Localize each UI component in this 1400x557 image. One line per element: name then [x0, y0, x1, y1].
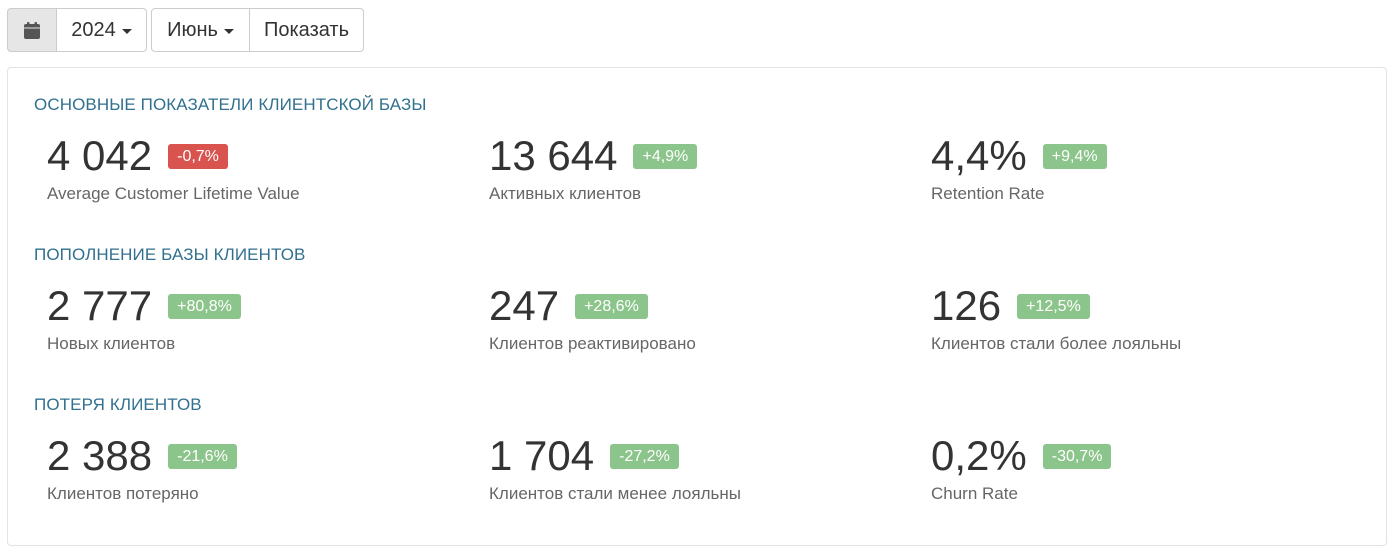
- stat-label: Average Customer Lifetime Value: [47, 184, 300, 203]
- stat-value: 2 777: [47, 282, 153, 329]
- show-button[interactable]: Показать: [250, 8, 364, 52]
- stat-retention-rate: 4,4% +9,4% Retention Rate: [931, 134, 1351, 204]
- change-badge: -30,7%: [1042, 443, 1112, 469]
- change-badge: +28,6%: [575, 293, 648, 319]
- year-dropdown[interactable]: 2024: [56, 8, 147, 52]
- change-badge: +4,9%: [633, 143, 698, 169]
- stat-reactivated-clients: 247 +28,6% Клиентов реактивировано: [489, 284, 909, 354]
- stat-new-clients: 2 777 +80,8% Новых клиентов: [47, 284, 467, 354]
- caret-down-icon: [223, 28, 234, 34]
- change-badge: -0,7%: [168, 143, 228, 169]
- section-title-client-growth: ПОПОЛНЕНИЕ БАЗЫ КЛИЕНТОВ: [34, 245, 306, 264]
- month-dropdown[interactable]: Июнь: [151, 8, 250, 52]
- stat-lost-clients: 2 388 -21,6% Клиентов потеряно: [47, 434, 467, 504]
- stat-churn-rate: 0,2% -30,7% Churn Rate: [931, 434, 1351, 504]
- stat-label: Клиентов стали менее лояльны: [489, 484, 741, 503]
- change-badge: +9,4%: [1042, 143, 1107, 169]
- caret-down-icon: [121, 28, 132, 34]
- stat-label: Churn Rate: [931, 484, 1018, 503]
- section-title-main-indicators: ОСНОВНЫЕ ПОКАЗАТЕЛИ КЛИЕНТСКОЙ БАЗЫ: [34, 95, 427, 114]
- customer-metrics-panel: ОСНОВНЫЕ ПОКАЗАТЕЛИ КЛИЕНТСКОЙ БАЗЫ 4 04…: [7, 67, 1387, 546]
- change-badge: +80,8%: [168, 293, 241, 319]
- stat-label: Клиентов потеряно: [47, 484, 199, 503]
- stat-label: Retention Rate: [931, 184, 1045, 203]
- stat-label: Активных клиентов: [489, 184, 642, 203]
- stat-active-clients: 13 644 +4,9% Активных клиентов: [489, 134, 909, 204]
- month-value: Июнь: [167, 18, 218, 41]
- stat-value: 247: [489, 282, 560, 329]
- change-badge: -21,6%: [168, 443, 237, 469]
- period-toolbar: 2024 Июнь Показать: [7, 8, 364, 52]
- stat-label: Клиентов реактивировано: [489, 334, 696, 353]
- stat-label: Клиентов стали более лояльны: [931, 334, 1182, 353]
- stat-value: 2 388: [47, 432, 153, 479]
- stat-label: Новых клиентов: [47, 334, 176, 353]
- stat-value: 1 704: [489, 432, 595, 479]
- stat-value: 126: [931, 282, 1002, 329]
- show-button-label: Показать: [263, 18, 350, 41]
- change-badge: -27,2%: [610, 443, 679, 469]
- calendar-button[interactable]: [7, 8, 56, 52]
- stat-value: 13 644: [489, 132, 618, 179]
- stat-value: 4 042: [47, 132, 153, 179]
- section-title-client-loss: ПОТЕРЯ КЛИЕНТОВ: [34, 395, 202, 414]
- stat-more-loyal-clients: 126 +12,5% Клиентов стали более лояльны: [931, 284, 1351, 354]
- stat-avg-clv: 4 042 -0,7% Average Customer Lifetime Va…: [47, 134, 467, 204]
- stat-value: 0,2%: [931, 432, 1027, 479]
- change-badge: +12,5%: [1017, 293, 1090, 319]
- stat-less-loyal-clients: 1 704 -27,2% Клиентов стали менее лояльн…: [489, 434, 909, 504]
- year-value: 2024: [71, 18, 116, 41]
- calendar-icon: [24, 21, 40, 39]
- stat-value: 4,4%: [931, 132, 1027, 179]
